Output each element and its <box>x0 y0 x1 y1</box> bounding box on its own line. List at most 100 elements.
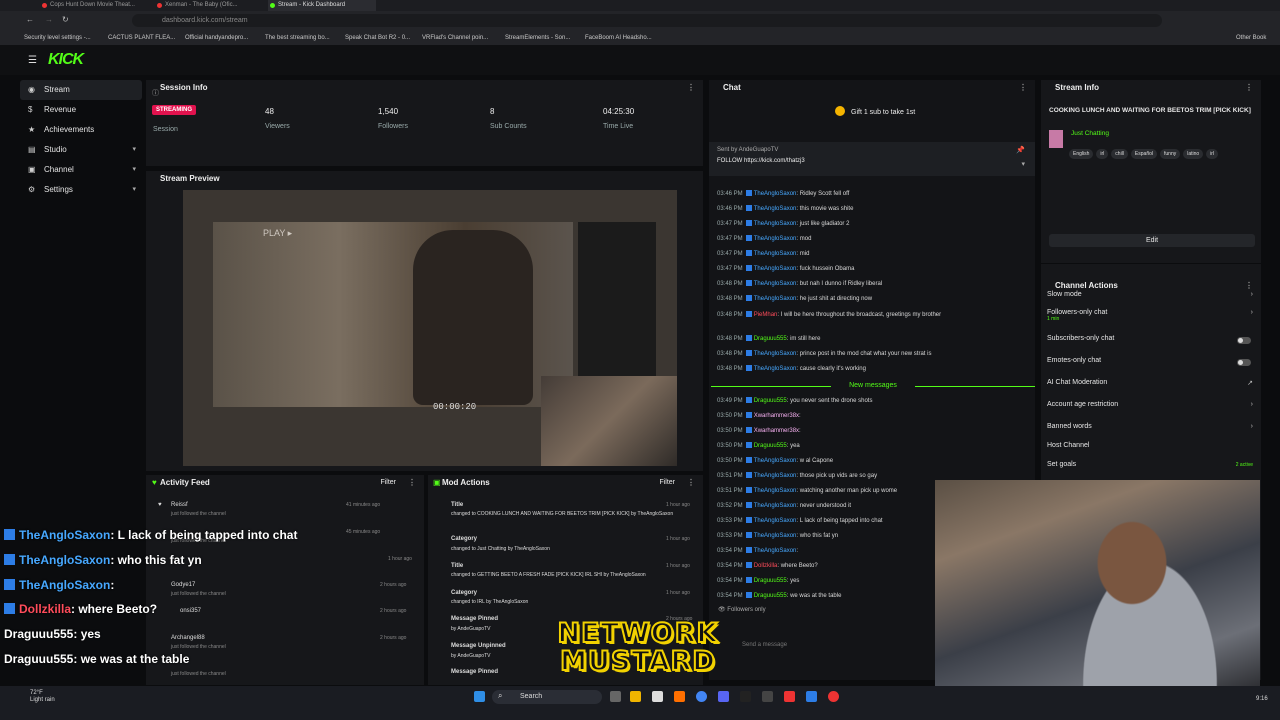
pin-icon[interactable]: 📌 <box>1016 146 1025 154</box>
sidebar-item-achievements[interactable]: ★ Achievements <box>20 120 142 140</box>
filter-button[interactable]: Filter <box>659 475 675 491</box>
browser-tab[interactable]: Cops Hunt Down Movie Theat... <box>40 0 150 11</box>
channel-action-row[interactable]: Slow mode › <box>1047 291 1257 303</box>
store-icon[interactable] <box>652 691 663 702</box>
chat-username[interactable]: Draguuu555 <box>754 593 787 599</box>
bookmark-folder[interactable]: Other Book <box>1236 31 1266 45</box>
chat-username[interactable]: PieMhan <box>754 312 778 318</box>
toggle-switch[interactable] <box>1237 337 1251 344</box>
chat-input[interactable]: Send a message <box>742 638 932 652</box>
chat-username[interactable]: TheAngloSaxon <box>754 533 797 539</box>
new-messages-divider[interactable]: New messages <box>711 382 1035 390</box>
bookmark[interactable]: Speak Chat Bot R2 - 0... <box>345 31 410 45</box>
menu-icon[interactable]: ☰ <box>28 55 37 66</box>
windows-start-icon[interactable] <box>474 691 485 702</box>
bookmark[interactable]: Security level settings -... <box>24 31 91 45</box>
channel-action-row[interactable]: Subscribers-only chat <box>1047 335 1257 347</box>
sidebar-item-label: Stream <box>44 85 70 94</box>
taskbar-search[interactable]: Search <box>492 690 602 704</box>
chat-username[interactable]: TheAngloSaxon <box>754 266 797 272</box>
browser-tab[interactable]: Xenman - The Baby (Ofic... <box>155 0 265 11</box>
stream-preview-video[interactable]: PLAY ▸ 00:00:20 <box>183 190 677 466</box>
browser-tab-active[interactable]: Stream - Kick Dashboard <box>268 0 376 11</box>
chat-username[interactable]: Xwarhammer38x <box>754 428 799 434</box>
app-icon[interactable] <box>806 691 817 702</box>
chat-username[interactable]: TheAngloSaxon <box>754 488 797 494</box>
layers-icon: ▤ <box>28 145 36 154</box>
more-icon[interactable]: ⋮ <box>1019 80 1027 96</box>
chat-username[interactable]: Draguuu555 <box>754 443 787 449</box>
sidebar-item-studio[interactable]: ▤ Studio ▾ <box>20 140 142 160</box>
gift-sub-button[interactable]: Gift 1 sub to take 1st <box>835 106 915 116</box>
moderator-badge-icon <box>745 365 752 371</box>
chat-username[interactable]: Dollzkilla <box>754 563 778 569</box>
sidebar-item-channel[interactable]: ▣ Channel ▾ <box>20 160 142 180</box>
more-icon[interactable]: ⋮ <box>687 475 695 491</box>
more-icon[interactable]: ⋮ <box>1245 80 1253 96</box>
chat-username[interactable]: TheAngloSaxon <box>754 191 797 197</box>
chat-username[interactable]: TheAngloSaxon <box>754 206 797 212</box>
feed-name[interactable]: Godye17 <box>171 582 195 588</box>
chat-username[interactable]: TheAngloSaxon <box>754 366 797 372</box>
more-icon[interactable]: ⋮ <box>687 80 695 96</box>
channel-action-row[interactable]: Host Channel <box>1047 442 1257 454</box>
app-icon[interactable] <box>828 691 839 702</box>
category-link[interactable]: Just Chatting <box>1071 130 1109 137</box>
chat-username[interactable]: TheAngloSaxon <box>754 236 797 242</box>
reload-icon[interactable]: ↻ <box>62 15 69 24</box>
chat-username[interactable]: TheAngloSaxon <box>754 281 797 287</box>
video-timer: 00:00:20 <box>433 402 477 412</box>
chat-username[interactable]: TheAngloSaxon <box>754 351 797 357</box>
chat-username[interactable]: Draguuu555 <box>754 578 787 584</box>
chat-username[interactable]: TheAngloSaxon <box>754 518 797 524</box>
bookmark[interactable]: Official handyandepro... <box>185 31 248 45</box>
bookmark[interactable]: StreamElements - Son... <box>505 31 570 45</box>
channel-action-row[interactable]: Banned words › <box>1047 423 1257 435</box>
kick-logo[interactable]: KICK <box>48 51 84 69</box>
chat-username[interactable]: Xwarhammer38x <box>754 413 799 419</box>
chat-username[interactable]: TheAngloSaxon <box>754 458 797 464</box>
edit-stream-info-button[interactable]: Edit <box>1049 234 1255 247</box>
sidebar-item-label: Settings <box>44 185 73 194</box>
feed-name[interactable]: onsi357 <box>180 608 201 614</box>
channel-action-row[interactable]: Emotes-only chat <box>1047 357 1257 369</box>
chat-username[interactable]: TheAngloSaxon <box>754 548 797 554</box>
bookmark[interactable]: The best streaming bo... <box>265 31 330 45</box>
filter-button[interactable]: Filter <box>380 475 396 491</box>
bookmark[interactable]: CACTUS PLANT FLEA... <box>108 31 175 45</box>
task-view-icon[interactable] <box>610 691 621 702</box>
chevron-down-icon[interactable]: ▾ <box>1021 160 1025 168</box>
feed-name[interactable]: Reissf <box>171 502 188 508</box>
channel-action-row[interactable]: Account age restriction › <box>1047 401 1257 413</box>
sidebar-item-stream[interactable]: ◉ Stream <box>20 80 142 100</box>
more-icon[interactable]: ⋮ <box>408 475 416 491</box>
forward-icon[interactable]: → <box>45 15 53 24</box>
channel-action-row[interactable]: AI Chat Moderation ↗ <box>1047 379 1257 391</box>
back-icon[interactable]: ← <box>26 15 34 24</box>
file-explorer-icon[interactable] <box>630 691 641 702</box>
sidebar-item-revenue[interactable]: $ Revenue <box>20 100 142 120</box>
channel-action-row[interactable]: Followers-only chat 1 min › <box>1047 309 1257 322</box>
firefox-icon[interactable] <box>674 691 685 702</box>
feed-name[interactable]: Archangel88 <box>171 635 205 641</box>
bookmark[interactable]: FaceBoom AI Headsho... <box>585 31 652 45</box>
app-icon[interactable] <box>762 691 773 702</box>
chat-username[interactable]: Draguuu555 <box>754 398 787 404</box>
chat-username[interactable]: Draguuu555 <box>754 336 787 342</box>
discord-icon[interactable] <box>718 691 729 702</box>
toggle-switch[interactable] <box>1237 359 1251 366</box>
chat-username[interactable]: TheAngloSaxon <box>754 473 797 479</box>
pinned-text[interactable]: FOLLOW https://kick.com/thatzj3 <box>717 158 805 164</box>
chrome-icon[interactable] <box>696 691 707 702</box>
bookmark[interactable]: VRFlad's Channel poin... <box>422 31 488 45</box>
address-bar[interactable]: dashboard.kick.com/stream <box>132 14 1162 27</box>
sidebar-item-settings[interactable]: ⚙ Settings ▾ <box>20 180 142 200</box>
channel-action-row[interactable]: Set goals 2 active <box>1047 461 1257 473</box>
chat-username[interactable]: TheAngloSaxon <box>754 296 797 302</box>
chat-username[interactable]: TheAngloSaxon <box>754 503 797 509</box>
weather-widget[interactable]: 72°F Light rain <box>30 690 55 704</box>
chat-username[interactable]: TheAngloSaxon <box>754 221 797 227</box>
chat-username[interactable]: TheAngloSaxon <box>754 251 797 257</box>
obs-icon[interactable] <box>740 691 751 702</box>
app-icon[interactable] <box>784 691 795 702</box>
